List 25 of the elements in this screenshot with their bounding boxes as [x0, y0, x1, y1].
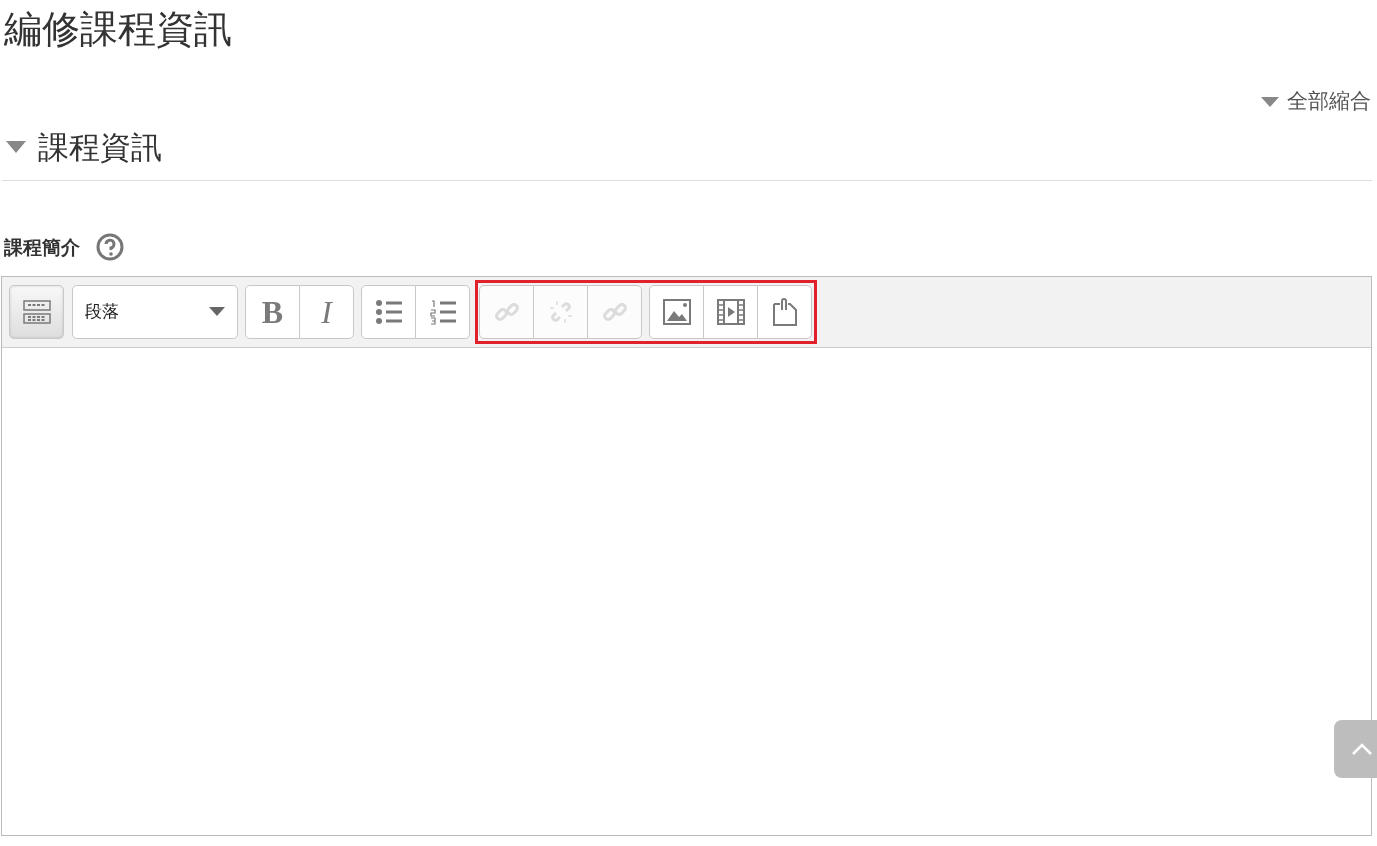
caret-down-icon — [1261, 96, 1279, 107]
toolbar-toggle-icon — [22, 299, 51, 324]
section-header[interactable]: 課程資訊 — [2, 123, 162, 170]
caret-down-icon — [6, 140, 26, 153]
page-title: 編修課程資訊 — [3, 6, 233, 48]
format-select[interactable]: 段落 — [72, 284, 238, 339]
collapse-all-link[interactable]: 全部縮合 — [1261, 86, 1371, 118]
video-button[interactable] — [703, 284, 758, 339]
help-icon[interactable] — [96, 233, 124, 262]
bold-button[interactable]: B — [245, 284, 300, 339]
bullets-button[interactable] — [361, 284, 416, 339]
image-button[interactable] — [649, 284, 704, 339]
numbers-button[interactable] — [415, 284, 470, 339]
clipboard-button[interactable] — [757, 284, 812, 339]
numbered-list-icon — [428, 298, 457, 325]
toggle-button[interactable] — [9, 284, 64, 339]
field-label: 課程簡介 — [4, 235, 80, 260]
dropdown-caret-icon — [209, 307, 225, 316]
image-icon — [662, 298, 691, 325]
bullet-list-icon — [374, 298, 403, 325]
film-icon — [716, 298, 745, 325]
clipboard-icon — [771, 297, 798, 326]
italic-button[interactable]: I — [299, 284, 354, 339]
broken-link-icon — [547, 298, 574, 325]
chevron-up-icon — [1351, 743, 1373, 755]
